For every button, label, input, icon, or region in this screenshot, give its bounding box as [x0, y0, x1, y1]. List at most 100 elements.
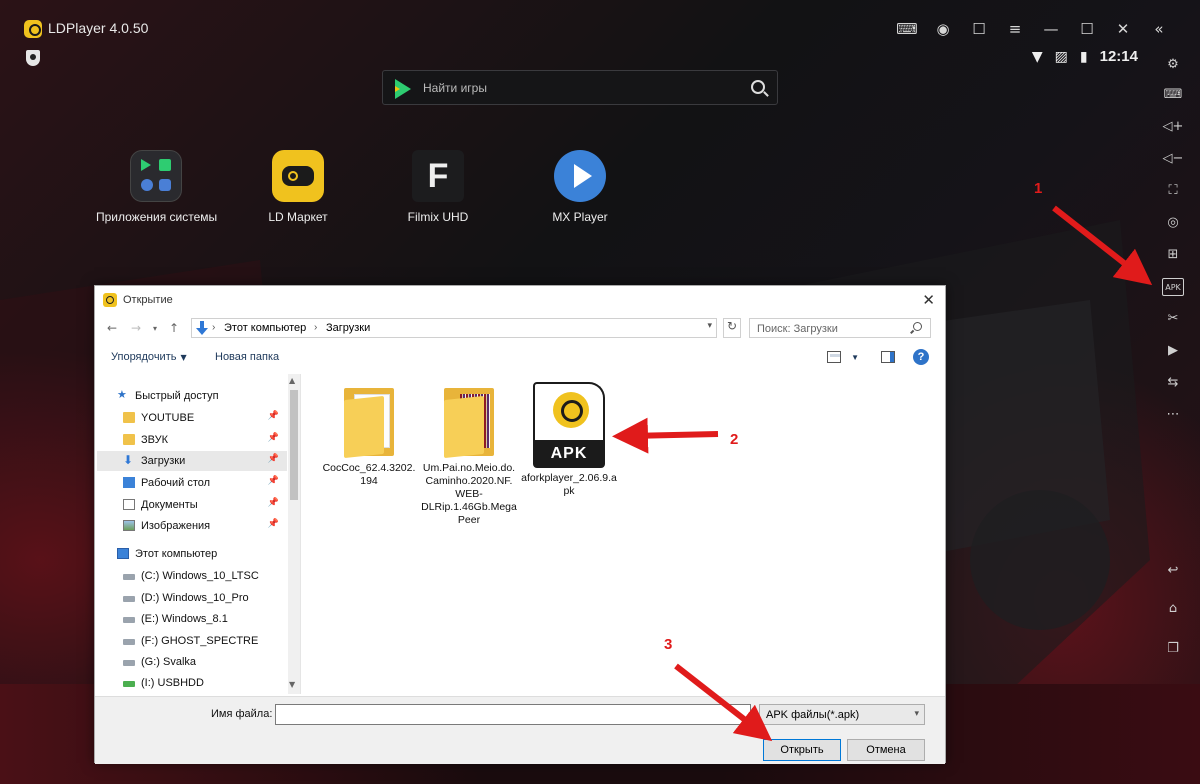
nav-item-youtube[interactable]: YOUTUBE 📌: [97, 408, 287, 428]
search-icon[interactable]: [751, 80, 765, 94]
nav-label: Изображения: [141, 520, 211, 532]
dialog-close-icon[interactable]: ✕: [922, 291, 935, 309]
collapse-icon[interactable]: «: [1148, 18, 1170, 40]
forward-arrow-icon[interactable]: →: [131, 321, 141, 335]
file-item-apk[interactable]: APK aforkplayer_2.06.9.apk: [521, 382, 617, 498]
settings-icon[interactable]: ⚙: [1162, 54, 1184, 74]
pin-icon[interactable]: 📌: [268, 411, 279, 421]
file-item-coccoc[interactable]: CocCoc_62.4.3202.194: [321, 382, 417, 488]
sync-icon[interactable]: ⇆: [1162, 372, 1184, 392]
scroll-up-icon[interactable]: ▲: [289, 376, 295, 385]
back-arrow-icon[interactable]: ←: [107, 321, 117, 335]
nav-item-sound[interactable]: ЗВУК 📌: [97, 430, 287, 450]
emulator-side-toolbar: ⚙ ⌨ ◁+ ◁− ⛶ ◎ ⊞ APK ✂ ▶ ⇆ ⋯ ↩ ⌂ ❐: [1148, 44, 1200, 684]
preview-pane-icon[interactable]: [881, 351, 895, 363]
folder-icon: [340, 382, 398, 459]
view-options-icon[interactable]: [827, 351, 841, 363]
nav-item-desktop[interactable]: Рабочий стол 📌: [97, 473, 287, 493]
fullscreen-icon[interactable]: ⛶: [1162, 180, 1184, 200]
refresh-icon[interactable]: ↻: [723, 318, 741, 338]
pin-icon[interactable]: 📌: [268, 498, 279, 508]
back-icon[interactable]: ↩: [1162, 560, 1184, 580]
downloads-arrow-icon: [196, 321, 208, 335]
filename-input[interactable]: [275, 704, 751, 725]
apk-install-icon[interactable]: APK: [1162, 278, 1184, 296]
help-icon[interactable]: ?: [913, 349, 929, 365]
nav-item-downloads[interactable]: ⬇ Загрузки 📌: [97, 451, 287, 471]
dialog-title: Открытие: [123, 294, 173, 306]
minimize-icon[interactable]: —: [1040, 18, 1062, 40]
app-tile-ld-market[interactable]: LD Маркет: [238, 150, 358, 224]
nav-quick-access[interactable]: ★ Быстрый доступ: [97, 386, 287, 406]
nav-drive[interactable]: (F:) GHOST_SPECTRE: [97, 631, 287, 651]
scroll-down-icon[interactable]: ▼: [289, 680, 295, 689]
nav-drive[interactable]: (G:) Svalka: [97, 652, 287, 672]
app-tile-system-apps[interactable]: Приложения системы: [96, 150, 217, 224]
scissors-icon[interactable]: ✂: [1162, 308, 1184, 328]
recent-dropdown-icon[interactable]: ▾: [153, 324, 157, 333]
command-bar: Упорядочить ▼ Новая папка ▼ ?: [95, 346, 945, 370]
nav-label: YOUTUBE: [141, 412, 195, 424]
video-icon[interactable]: ▶: [1162, 340, 1184, 360]
open-button[interactable]: Открыть: [763, 739, 841, 761]
google-play-icon: [395, 79, 411, 99]
home-icon[interactable]: ⌂: [1162, 598, 1184, 618]
address-dropdown-icon[interactable]: ▾: [707, 321, 712, 331]
search-icon[interactable]: [913, 322, 922, 331]
nav-label: Загрузки: [141, 455, 186, 467]
no-signal-icon: ▨: [1054, 48, 1068, 65]
record-icon[interactable]: ◎: [1162, 212, 1184, 232]
nav-drive[interactable]: (D:) Windows_10_Pro: [97, 588, 287, 608]
pictures-icon: [123, 520, 135, 531]
annotation-number-1: 1: [1034, 180, 1043, 197]
breadcrumb-this-pc[interactable]: Этот компьютер: [224, 322, 306, 334]
add-window-icon[interactable]: ⊞: [1162, 244, 1184, 264]
pin-icon[interactable]: 📌: [268, 454, 279, 464]
game-search-bar[interactable]: Найти игры: [382, 70, 778, 105]
account-icon[interactable]: ◉: [932, 18, 954, 40]
cancel-button[interactable]: Отмена: [847, 739, 925, 761]
file-item-movie-folder[interactable]: Um.Pai.no.Meio.do.Caminho.2020.NF.WEB-DL…: [421, 382, 517, 527]
volume-down-icon[interactable]: ◁−: [1162, 148, 1184, 168]
desktop-icon: [123, 477, 135, 488]
up-arrow-icon[interactable]: ↑: [169, 321, 179, 335]
wifi-icon: ▼: [1031, 48, 1043, 65]
navigation-pane: ★ Быстрый доступ YOUTUBE 📌 ЗВУК 📌 ⬇ Загр…: [97, 374, 301, 694]
nav-label: (F:) GHOST_SPECTRE: [141, 635, 259, 647]
filetype-select[interactable]: APK файлы(*.apk) ▾: [759, 704, 925, 725]
bookmark-icon[interactable]: ☐: [968, 18, 990, 40]
nav-item-documents[interactable]: Документы 📌: [97, 495, 287, 515]
nav-drive[interactable]: (I:) USBHDD: [97, 673, 287, 693]
app-tile-filmix[interactable]: F Filmix UHD: [378, 150, 498, 224]
shield-icon[interactable]: [26, 50, 40, 66]
organize-button[interactable]: Упорядочить ▼: [111, 351, 187, 363]
nav-label: ЗВУК: [141, 434, 169, 446]
app-tile-mx-player[interactable]: MX Player: [520, 150, 640, 224]
pin-icon[interactable]: 📌: [268, 476, 279, 486]
dialog-search-input[interactable]: Поиск: Загрузки: [749, 318, 931, 338]
dialog-logo-icon: [103, 293, 117, 307]
nav-item-pictures[interactable]: Изображения 📌: [97, 516, 287, 536]
nav-drive[interactable]: (C:) Windows_10_LTSC: [97, 566, 287, 586]
keyboard-icon[interactable]: ⌨: [1162, 84, 1184, 104]
mx-player-icon: [554, 150, 606, 202]
recent-apps-icon[interactable]: ❐: [1162, 638, 1184, 658]
menu-icon[interactable]: ≡: [1004, 18, 1026, 40]
maximize-icon[interactable]: ☐: [1076, 18, 1098, 40]
pin-icon[interactable]: 📌: [268, 519, 279, 529]
nav-scrollbar-thumb[interactable]: [290, 390, 298, 500]
nav-drive[interactable]: (E:) Windows_8.1: [97, 609, 287, 629]
view-dropdown-icon[interactable]: ▼: [851, 353, 859, 362]
gamepad-icon[interactable]: ⌨: [896, 18, 918, 40]
close-icon[interactable]: ✕: [1112, 18, 1134, 40]
new-folder-button[interactable]: Новая папка: [215, 351, 279, 363]
pin-icon[interactable]: 📌: [268, 433, 279, 443]
nav-label: Быстрый доступ: [135, 390, 219, 402]
drive-icon: [123, 639, 135, 645]
volume-up-icon[interactable]: ◁+: [1162, 116, 1184, 136]
more-icon[interactable]: ⋯: [1162, 404, 1184, 424]
breadcrumb-downloads[interactable]: Загрузки: [326, 322, 370, 334]
address-bar[interactable]: › Этот компьютер › Загрузки ▾: [191, 318, 717, 338]
nav-this-pc[interactable]: Этот компьютер: [97, 544, 287, 564]
computer-icon: [117, 548, 129, 559]
